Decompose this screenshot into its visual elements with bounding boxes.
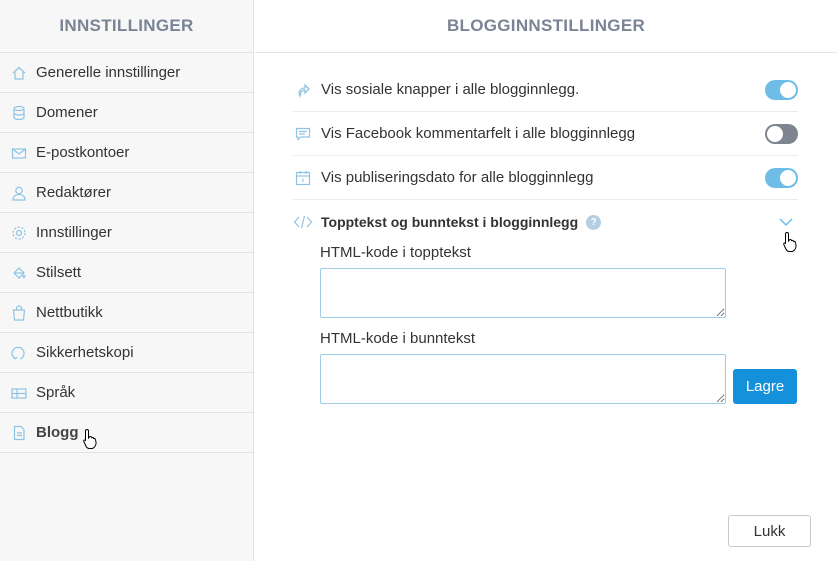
hand-cursor-icon [83, 428, 97, 449]
shopping-bag-icon [10, 304, 28, 322]
sidebar-item-label: Sikkerhetskopi [36, 344, 134, 361]
sidebar-item-label: Nettbutikk [36, 304, 103, 321]
sidebar-item-settings[interactable]: Innstillinger [0, 213, 253, 253]
expander-label: Topptekst og bunntekst i blogginnlegg [321, 214, 579, 230]
footer-code-label: HTML-kode i bunntekst [320, 330, 476, 347]
envelope-icon [10, 144, 28, 162]
sidebar: INNSTILLINGER Generelle innstillinger Do… [0, 0, 254, 561]
gear-icon [10, 224, 28, 242]
database-icon [10, 104, 28, 122]
sidebar-item-editors[interactable]: Redaktører [0, 173, 253, 213]
publish-date-toggle[interactable] [765, 167, 798, 188]
header-code-label: HTML-kode i topptekst [320, 244, 471, 261]
document-icon [10, 424, 28, 442]
sidebar-item-label: E-postkontoer [36, 144, 130, 161]
language-icon [10, 384, 28, 402]
sidebar-item-label: Redaktører [36, 184, 112, 201]
home-icon [10, 64, 28, 82]
setting-label: Vis Facebook kommentarfelt i alle bloggi… [321, 125, 636, 142]
sidebar-title: INNSTILLINGER [0, 0, 253, 53]
sidebar-item-domains[interactable]: Domener [0, 93, 253, 133]
setting-label: Vis publiseringsdato for alle blogginnle… [321, 169, 594, 186]
facebook-comments-toggle[interactable] [765, 123, 798, 144]
sidebar-item-email-accounts[interactable]: E-postkontoer [0, 133, 253, 173]
help-icon[interactable]: ? [586, 214, 602, 230]
page-title: BLOGGINNSTILLINGER [255, 0, 837, 53]
header-code-input[interactable] [320, 268, 726, 318]
sidebar-item-label: Stilsett [36, 264, 82, 281]
setting-label: Vis sosiale knapper i alle blogginnlegg. [321, 81, 580, 98]
user-icon [10, 184, 28, 202]
setting-facebook-comments: Vis Facebook kommentarfelt i alle bloggi… [293, 112, 798, 156]
sidebar-item-label: Domener [36, 104, 98, 121]
comment-icon [293, 124, 313, 144]
setting-social-buttons: Vis sosiale knapper i alle blogginnlegg. [293, 68, 798, 112]
sidebar-item-label: Innstillinger [36, 224, 112, 241]
sidebar-item-general[interactable]: Generelle innstillinger [0, 53, 253, 93]
sidebar-item-backup[interactable]: Sikkerhetskopi [0, 333, 253, 373]
sidebar-item-blog[interactable]: Blogg [0, 413, 253, 453]
paint-bucket-icon [10, 264, 28, 282]
main-panel: BLOGGINNSTILLINGER Vis sosiale knapper i… [255, 0, 837, 561]
social-buttons-toggle[interactable] [765, 79, 798, 100]
close-button[interactable]: Lukk [728, 515, 811, 547]
backup-icon [10, 344, 28, 362]
sidebar-item-language[interactable]: Språk [0, 373, 253, 413]
sidebar-item-styles[interactable]: Stilsett [0, 253, 253, 293]
header-footer-expander[interactable]: Topptekst og bunntekst i blogginnlegg ? [293, 210, 798, 234]
chevron-down-icon[interactable] [778, 216, 794, 228]
share-icon [293, 80, 313, 100]
code-icon [293, 212, 313, 232]
sidebar-item-label: Språk [36, 384, 76, 401]
footer-code-input[interactable] [320, 354, 726, 404]
sidebar-item-label: Generelle innstillinger [36, 64, 181, 81]
hand-cursor-icon [783, 231, 797, 252]
sidebar-item-webshop[interactable]: Nettbutikk [0, 293, 253, 333]
sidebar-item-label: Blogg [36, 424, 79, 441]
save-button[interactable]: Lagre [733, 369, 797, 404]
setting-publish-date: Vis publiseringsdato for alle blogginnle… [293, 156, 798, 200]
calendar-icon [293, 168, 313, 188]
